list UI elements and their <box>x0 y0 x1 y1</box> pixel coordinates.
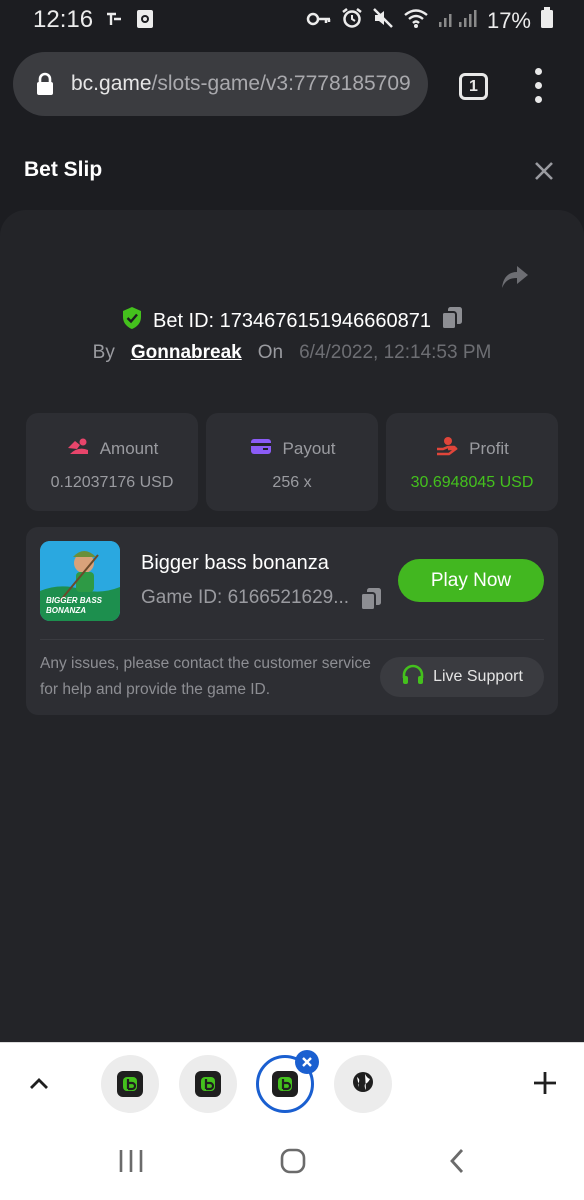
stat-amount: Amount 0.12037176 USD <box>26 413 198 511</box>
divider <box>40 639 544 640</box>
browser-tab-strip <box>0 1042 584 1124</box>
page-title: Bet Slip <box>24 158 103 181</box>
stat-payout: Payout 256 x <box>206 413 378 511</box>
stat-label: Payout <box>282 438 336 458</box>
live-support-button[interactable]: Live Support <box>380 657 544 697</box>
bet-id: Bet ID: 1734676151946660871 <box>152 309 432 332</box>
globe-icon <box>351 1070 375 1099</box>
tab-close-icon[interactable] <box>295 1050 319 1074</box>
signal-icon <box>438 8 478 34</box>
tab-bcgame-1[interactable] <box>101 1055 159 1113</box>
bet-meta-row: By Gonnabreak On 6/4/2022, 12:14:53 PM <box>0 342 584 364</box>
thumb-title-line2: BONANZA <box>46 606 86 615</box>
tab-globe[interactable] <box>334 1055 392 1113</box>
close-icon[interactable] <box>532 159 556 183</box>
mute-icon <box>372 7 394 35</box>
status-bar: 12:16 17% <box>0 0 584 40</box>
stat-value: 30.6948045 USD <box>410 474 534 491</box>
tab-bcgame-2[interactable] <box>179 1055 237 1113</box>
bet-slip-panel: Bet ID: 1734676151946660871 By Gonnabrea… <box>0 210 584 1042</box>
stat-label: Profit <box>469 438 509 458</box>
url-path: /slots-game/v3:7778185709 <box>151 72 411 95</box>
url-text: bc.game/slots-game/v3:7778185709 <box>71 72 411 96</box>
game-id: Game ID: 6166521629... <box>141 587 350 608</box>
copy-bet-id-icon[interactable] <box>441 306 463 336</box>
copy-game-id-icon[interactable] <box>360 587 382 616</box>
home-icon[interactable] <box>279 1147 307 1180</box>
on-label: On <box>257 342 284 363</box>
user-link[interactable]: Gonnabreak <box>131 342 242 364</box>
more-menu-icon[interactable] <box>527 68 549 104</box>
headphones-icon <box>401 664 425 691</box>
address-bar[interactable]: bc.game/slots-game/v3:7778185709 <box>13 52 428 116</box>
system-nav-bar <box>0 1124 584 1200</box>
thumb-title-line1: BIGGER BASS <box>46 596 103 605</box>
back-icon[interactable] <box>445 1147 469 1180</box>
live-support-label: Live Support <box>433 668 523 685</box>
share-icon[interactable] <box>500 264 530 290</box>
game-name: Bigger bass bonanza <box>141 552 329 574</box>
bc-game-icon <box>117 1071 143 1097</box>
bet-date: 6/4/2022, 12:14:53 PM <box>299 342 492 363</box>
signal-t-icon <box>104 10 124 33</box>
game-thumbnail[interactable]: BIGGER BASS BONANZA <box>40 541 120 621</box>
battery-icon <box>540 7 554 35</box>
stat-profit: Profit 30.6948045 USD <box>386 413 558 511</box>
recent-apps-icon[interactable] <box>117 1148 145 1179</box>
photo-icon <box>136 9 154 34</box>
shield-check-icon <box>121 306 143 336</box>
by-label: By <box>92 342 115 363</box>
stat-label: Amount <box>99 438 159 458</box>
bet-id-row: Bet ID: 1734676151946660871 <box>0 306 584 336</box>
url-domain: bc.game <box>71 72 152 95</box>
play-now-button[interactable]: Play Now <box>398 559 544 602</box>
chevron-up-icon[interactable] <box>27 1071 51 1100</box>
support-message: Any issues, please contact the customer … <box>40 655 371 698</box>
wifi-icon <box>403 7 429 35</box>
tab-switcher-button[interactable]: 1 <box>459 73 488 100</box>
new-tab-plus-icon[interactable] <box>531 1069 559 1102</box>
stat-value: 256 x <box>272 474 312 491</box>
bet-slip-header: Bet Slip <box>0 132 584 210</box>
bc-game-icon <box>272 1071 298 1097</box>
tab-bcgame-active[interactable] <box>256 1050 319 1113</box>
stat-value: 0.12037176 USD <box>50 474 174 491</box>
browser-toolbar: bc.game/slots-game/v3:7778185709 1 <box>0 40 584 132</box>
game-card: BIGGER BASS BONANZA Bigger bass bonanza … <box>26 527 558 715</box>
key-icon <box>306 8 332 34</box>
amount-icon <box>66 436 90 461</box>
alarm-icon <box>341 7 363 35</box>
payout-card-icon <box>249 436 273 461</box>
status-time: 12:16 <box>33 6 94 33</box>
battery-percent: 17% <box>486 8 531 33</box>
profit-hand-icon <box>435 436 459 461</box>
lock-icon <box>35 72 55 101</box>
bc-game-icon <box>195 1071 221 1097</box>
